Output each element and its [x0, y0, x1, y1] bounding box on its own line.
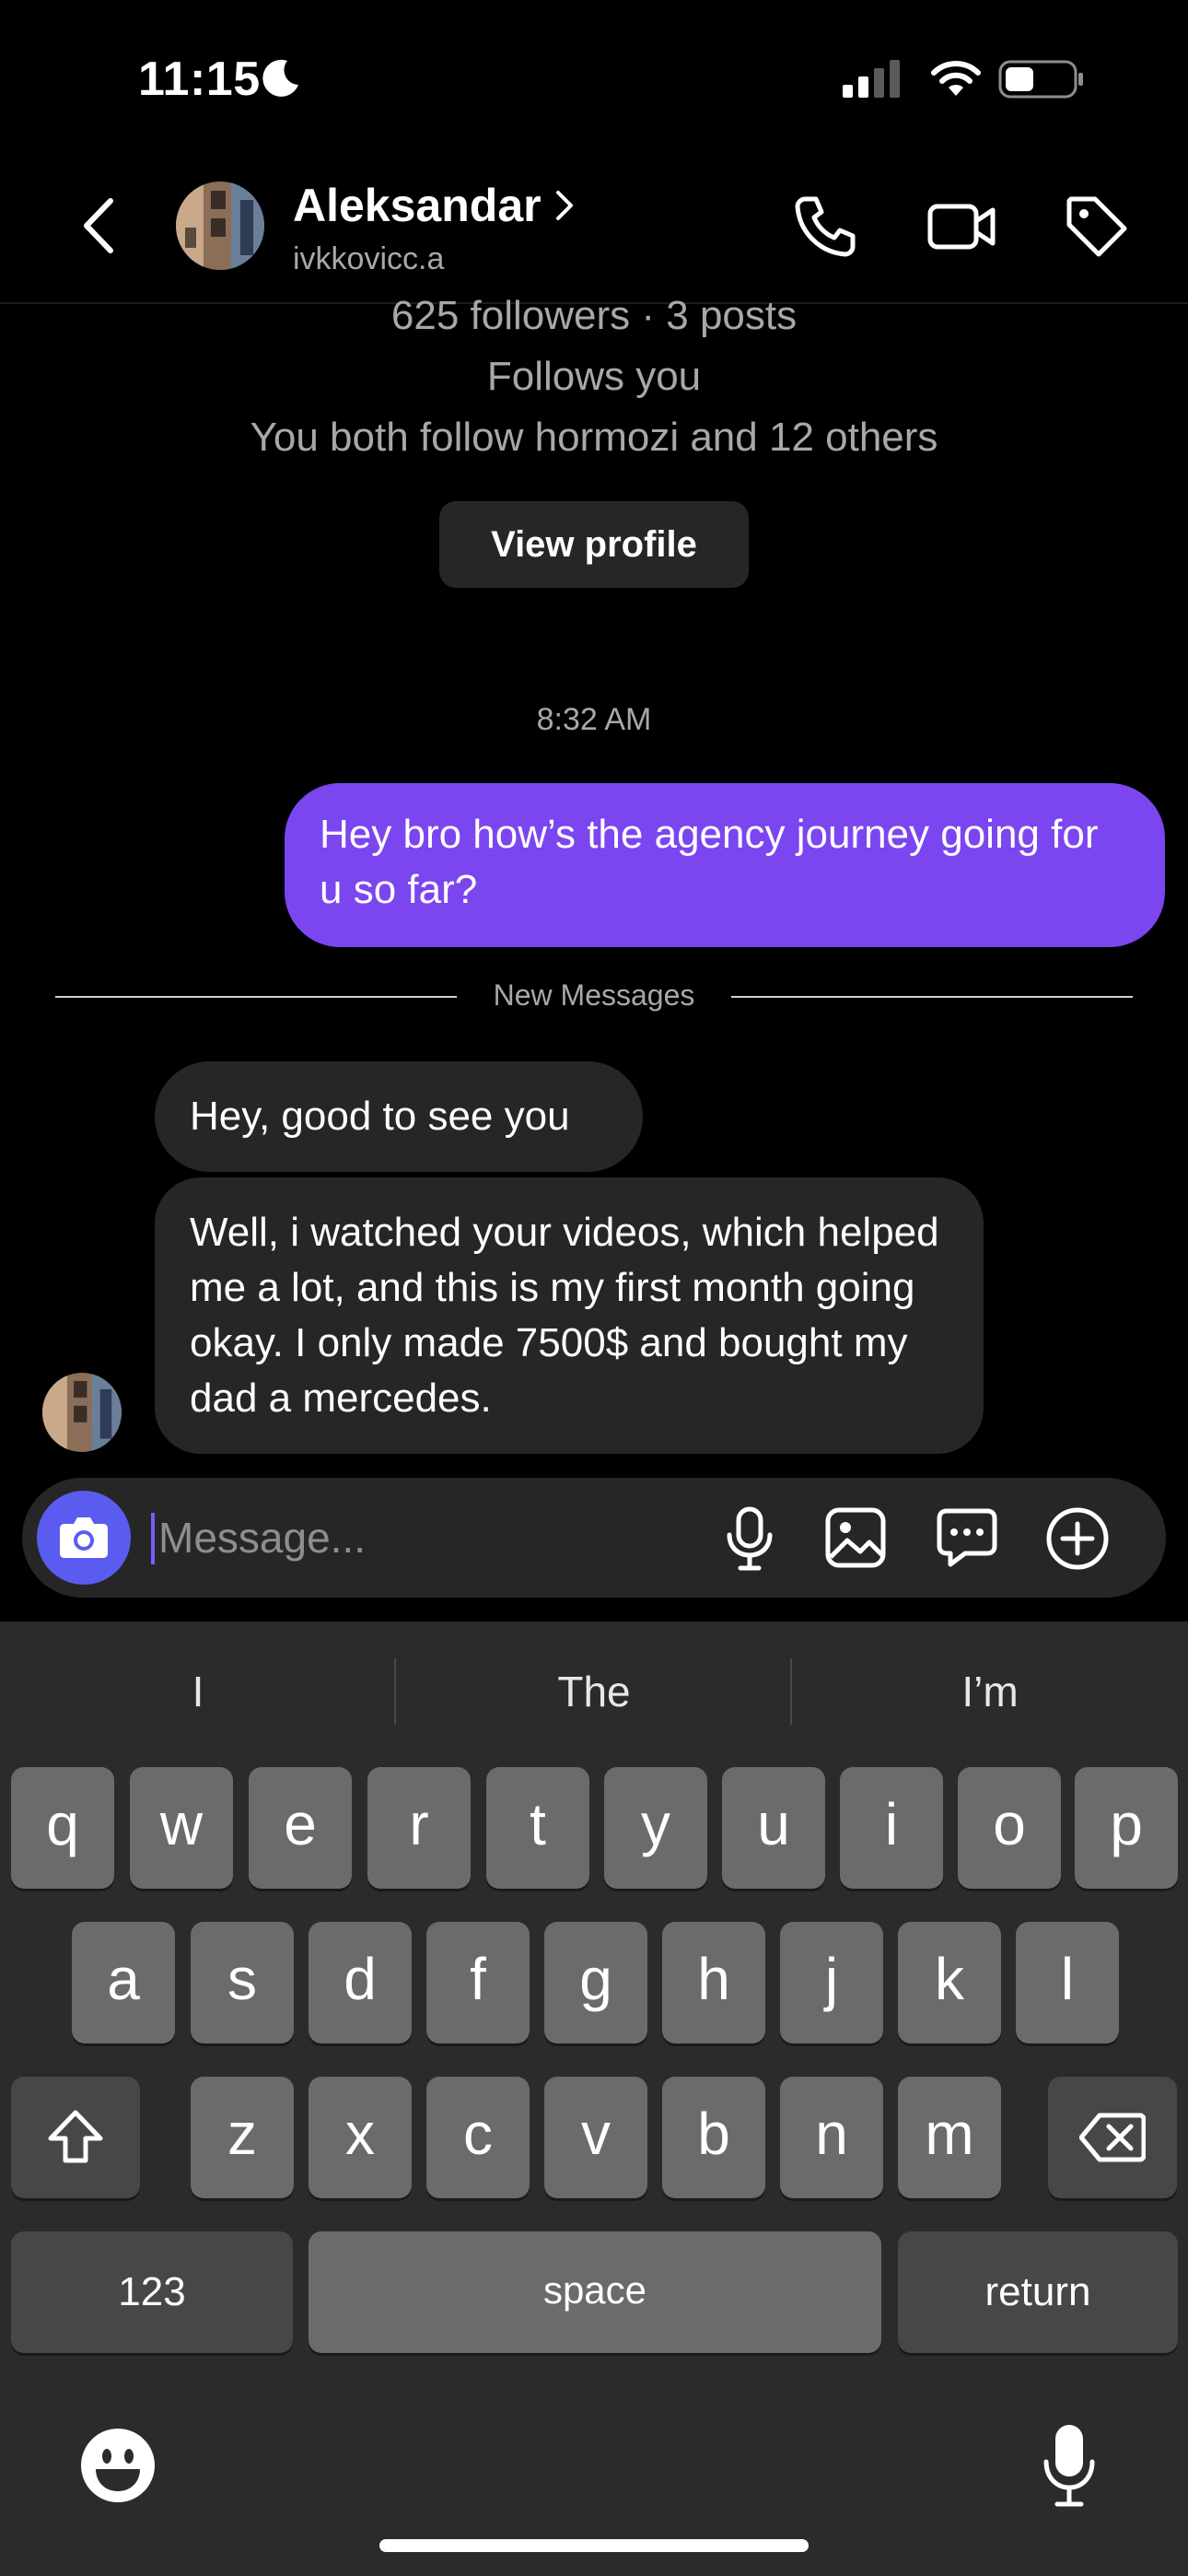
- incoming-message[interactable]: Well, i watched your videos, which helpe…: [155, 1177, 984, 1454]
- new-messages-divider-left: [55, 996, 457, 998]
- key-j[interactable]: j: [780, 1922, 883, 2043]
- key-o[interactable]: o: [958, 1767, 1061, 1889]
- key-a[interactable]: a: [72, 1922, 175, 2043]
- chevron-right-icon[interactable]: [553, 187, 578, 224]
- key-q[interactable]: q: [11, 1767, 114, 1889]
- key-z[interactable]: z: [191, 2077, 294, 2198]
- outgoing-message[interactable]: Hey bro how’s the agency journey going f…: [285, 783, 1165, 947]
- backspace-key[interactable]: [1048, 2077, 1177, 2198]
- key-d[interactable]: d: [309, 1922, 412, 2043]
- tag-icon[interactable]: [1064, 193, 1130, 260]
- home-indicator[interactable]: [379, 2539, 809, 2552]
- key-w[interactable]: w: [130, 1767, 233, 1889]
- sender-avatar[interactable]: [42, 1373, 122, 1452]
- status-time: 11:15: [138, 53, 261, 106]
- avatar-image: [176, 181, 264, 270]
- back-icon[interactable]: [76, 193, 122, 258]
- shift-icon: [48, 2110, 103, 2163]
- add-icon[interactable]: [1044, 1505, 1111, 1572]
- moon-icon: [262, 59, 298, 97]
- sticker-icon[interactable]: [934, 1505, 1000, 1570]
- key-e[interactable]: e: [249, 1767, 352, 1889]
- key-m[interactable]: m: [898, 2077, 1001, 2198]
- avatar-image: [42, 1373, 122, 1452]
- key-k[interactable]: k: [898, 1922, 1001, 2043]
- suggestion-1[interactable]: I: [0, 1649, 396, 1734]
- numbers-key[interactable]: 123: [11, 2231, 293, 2353]
- key-i[interactable]: i: [840, 1767, 943, 1889]
- cellular-signal-icon: [843, 60, 900, 98]
- camera-button[interactable]: [37, 1491, 131, 1585]
- message-timestamp: 8:32 AM: [536, 702, 652, 737]
- key-l[interactable]: l: [1016, 1922, 1119, 2043]
- key-b[interactable]: b: [662, 2077, 765, 2198]
- incoming-message[interactable]: Hey, good to see you: [155, 1061, 643, 1172]
- video-call-icon[interactable]: [926, 193, 996, 260]
- battery-icon: [998, 60, 1083, 99]
- contact-username: ivkkovicc.a: [293, 241, 445, 276]
- message-input[interactable]: [158, 1507, 693, 1568]
- wifi-icon: [931, 61, 981, 96]
- suggestion-3[interactable]: I’m: [792, 1649, 1188, 1734]
- key-u[interactable]: u: [722, 1767, 825, 1889]
- key-n[interactable]: n: [780, 2077, 883, 2198]
- key-h[interactable]: h: [662, 1922, 765, 2043]
- dictation-icon[interactable]: [1041, 2423, 1098, 2508]
- contact-name[interactable]: Aleksandar: [293, 179, 542, 232]
- follows-you-label: Follows you: [486, 354, 702, 399]
- view-profile-button[interactable]: View profile: [439, 501, 749, 588]
- key-r[interactable]: r: [367, 1767, 471, 1889]
- key-t[interactable]: t: [486, 1767, 589, 1889]
- gallery-icon[interactable]: [823, 1505, 888, 1570]
- microphone-icon[interactable]: [722, 1505, 777, 1572]
- new-messages-label: New Messages: [493, 978, 695, 1012]
- backspace-icon: [1078, 2113, 1147, 2162]
- key-x[interactable]: x: [309, 2077, 412, 2198]
- return-key[interactable]: return: [898, 2231, 1178, 2353]
- space-key[interactable]: space: [309, 2231, 881, 2353]
- key-c[interactable]: c: [426, 2077, 530, 2198]
- key-p[interactable]: p: [1075, 1767, 1178, 1889]
- key-y[interactable]: y: [604, 1767, 707, 1889]
- camera-icon: [60, 1517, 108, 1558]
- emoji-icon[interactable]: [79, 2427, 157, 2504]
- avatar[interactable]: [176, 181, 264, 270]
- phone-call-icon[interactable]: [792, 193, 858, 260]
- key-s[interactable]: s: [191, 1922, 294, 2043]
- followers-count: 625 followers · 3 posts: [390, 293, 798, 338]
- key-f[interactable]: f: [426, 1922, 530, 2043]
- mutual-followers: You both follow hormozi and 12 others: [250, 415, 938, 460]
- text-caret: [151, 1513, 155, 1564]
- shift-key[interactable]: [11, 2077, 140, 2198]
- key-g[interactable]: g: [544, 1922, 647, 2043]
- key-v[interactable]: v: [544, 2077, 647, 2198]
- new-messages-divider-right: [731, 996, 1133, 998]
- suggestion-2[interactable]: The: [396, 1649, 792, 1734]
